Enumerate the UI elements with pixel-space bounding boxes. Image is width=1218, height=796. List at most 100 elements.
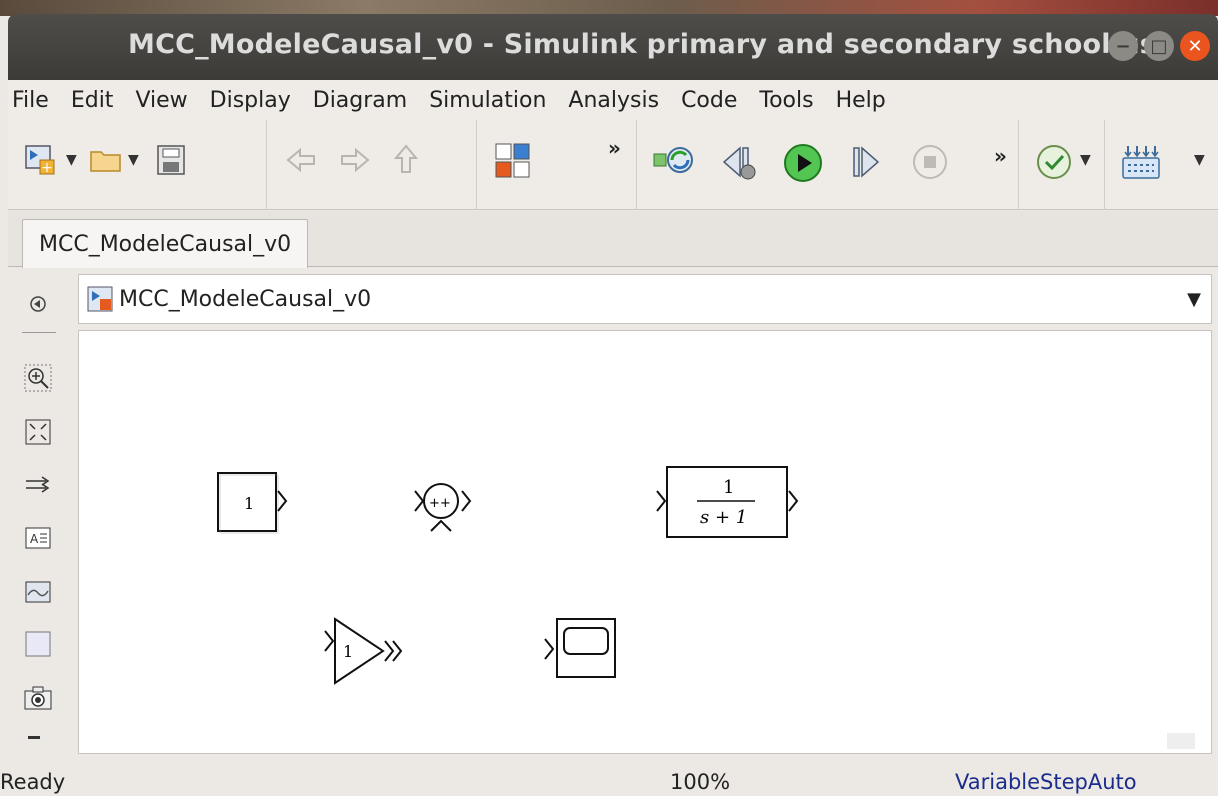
- zoom-level: 100%: [670, 770, 731, 794]
- menu-help[interactable]: Help: [826, 88, 898, 113]
- area-icon[interactable]: [24, 630, 52, 658]
- open-button[interactable]: [88, 142, 124, 178]
- sum-input-port-1[interactable]: [414, 490, 425, 512]
- menu-file[interactable]: File: [8, 88, 61, 113]
- transfer-function-block[interactable]: 1 s + 1: [656, 466, 799, 538]
- zoom-icon[interactable]: [24, 364, 52, 392]
- arrow-route-icon[interactable]: [24, 470, 52, 498]
- close-icon[interactable]: ✕: [1180, 31, 1210, 61]
- diagram-palette: A: [8, 268, 74, 764]
- sum-signs: ++: [429, 496, 451, 511]
- model-advisor-dropdown-icon[interactable]: ▼: [1080, 152, 1091, 168]
- constant-value: 1: [244, 494, 254, 513]
- menu-view[interactable]: View: [125, 88, 199, 113]
- svg-text:A: A: [30, 532, 39, 546]
- toolbar-separator: [636, 120, 637, 210]
- save-button[interactable]: [154, 142, 190, 178]
- forward-button[interactable]: [336, 142, 372, 178]
- model-icon: [87, 286, 113, 312]
- model-diagram: 1 ++ 1 s + 1 1: [217, 466, 1195, 749]
- hide-explorer-icon[interactable]: [24, 290, 52, 318]
- fit-to-view-icon[interactable]: [24, 418, 52, 446]
- tf-input-port[interactable]: [656, 490, 667, 512]
- minimize-icon[interactable]: −: [1108, 31, 1138, 61]
- new-model-button[interactable]: +: [24, 142, 60, 178]
- window-controls: − □ ✕: [1108, 31, 1210, 61]
- gain-block[interactable]: 1: [324, 617, 403, 685]
- sum-output-port[interactable]: [461, 490, 472, 512]
- menu-display[interactable]: Display: [200, 88, 303, 113]
- library-browser-button[interactable]: [494, 142, 532, 182]
- tf-denominator: s + 1: [700, 507, 747, 528]
- title-bar[interactable]: MCC_ModeleCausal_v0 - Simulink primary a…: [8, 14, 1218, 80]
- build-button[interactable]: [1120, 142, 1162, 182]
- toolbar-separator: [1018, 120, 1019, 210]
- toolbar-overflow-1[interactable]: »: [608, 136, 621, 160]
- step-back-button[interactable]: [718, 142, 758, 182]
- model-update-button[interactable]: [652, 142, 696, 178]
- stop-icon: [913, 145, 947, 179]
- status-bar: Ready 100% VariableStepAuto: [0, 764, 1218, 796]
- tab-bar: MCC_ModeleCausal_v0: [8, 211, 1218, 268]
- scope-screen-icon: [563, 627, 609, 655]
- check-icon: [1037, 145, 1071, 179]
- scope-block[interactable]: [544, 618, 616, 678]
- svg-text:+: +: [41, 160, 53, 176]
- folder-icon: [90, 151, 121, 172]
- breadcrumb-path[interactable]: MCC_ModeleCausal_v0: [119, 287, 371, 312]
- maximize-icon[interactable]: □: [1144, 31, 1174, 61]
- toolbar-separator: [1104, 120, 1105, 210]
- sum-input-port-2[interactable]: [430, 519, 452, 532]
- step-forward-icon: [853, 146, 880, 178]
- tab-model[interactable]: MCC_ModeleCausal_v0: [22, 219, 309, 268]
- sum-block[interactable]: ++: [414, 483, 472, 532]
- gain-output-port[interactable]: [384, 640, 403, 662]
- up-arrow-icon: [393, 144, 419, 173]
- up-button[interactable]: [388, 142, 424, 178]
- toolbar-overflow-2[interactable]: »: [994, 144, 1007, 168]
- diagram-canvas[interactable]: 1 ++ 1 s + 1 1: [78, 330, 1212, 754]
- palette-more-icon[interactable]: [28, 736, 40, 739]
- forward-arrow-icon: [341, 147, 370, 173]
- run-button[interactable]: [782, 142, 824, 184]
- palette-divider: [22, 332, 56, 333]
- run-icon: [784, 144, 822, 182]
- menu-edit[interactable]: Edit: [61, 88, 126, 113]
- solver-indicator[interactable]: VariableStepAuto: [955, 770, 1137, 794]
- breadcrumb-dropdown-icon[interactable]: ▼: [1187, 289, 1201, 310]
- menu-analysis[interactable]: Analysis: [558, 88, 671, 113]
- back-button[interactable]: [284, 142, 320, 178]
- camera-icon[interactable]: [24, 684, 52, 712]
- save-icon: [157, 145, 185, 175]
- step-back-icon: [722, 146, 756, 180]
- window-title: MCC_ModeleCausal_v0 - Simulink primary a…: [128, 29, 1175, 60]
- tf-output-port[interactable]: [788, 490, 799, 512]
- build-dropdown-icon[interactable]: ▼: [1194, 152, 1205, 168]
- status-state: Ready: [0, 770, 66, 794]
- model-advisor-button[interactable]: [1034, 142, 1074, 182]
- image-icon[interactable]: [24, 578, 52, 606]
- constant-block[interactable]: 1: [217, 472, 288, 534]
- build-icon: [1122, 146, 1160, 179]
- breadcrumb[interactable]: MCC_ModeleCausal_v0 ▼: [78, 274, 1212, 324]
- toolbar-separator: [266, 120, 267, 210]
- menu-simulation[interactable]: Simulation: [419, 88, 558, 113]
- step-forward-button[interactable]: [846, 142, 886, 182]
- scope-input-port[interactable]: [544, 638, 555, 660]
- new-model-icon: +: [25, 145, 55, 176]
- tf-numerator: 1: [723, 477, 734, 498]
- constant-output-port[interactable]: [277, 490, 288, 512]
- canvas-scroll-grip[interactable]: [1167, 733, 1195, 749]
- open-dropdown-icon[interactable]: ▼: [128, 152, 139, 168]
- annotation-icon[interactable]: A: [24, 524, 52, 552]
- toolbar: + ▼ ▼ » » ▼ ▼: [8, 120, 1218, 210]
- menu-code[interactable]: Code: [671, 88, 749, 113]
- menu-diagram[interactable]: Diagram: [303, 88, 419, 113]
- gain-input-port[interactable]: [324, 630, 335, 652]
- menu-bar: File Edit View Display Diagram Simulatio…: [8, 80, 1218, 120]
- new-model-dropdown-icon[interactable]: ▼: [66, 152, 77, 168]
- menu-tools[interactable]: Tools: [749, 88, 825, 113]
- stop-button[interactable]: [910, 142, 950, 182]
- back-arrow-icon: [286, 147, 315, 173]
- library-browser-icon: [495, 143, 530, 178]
